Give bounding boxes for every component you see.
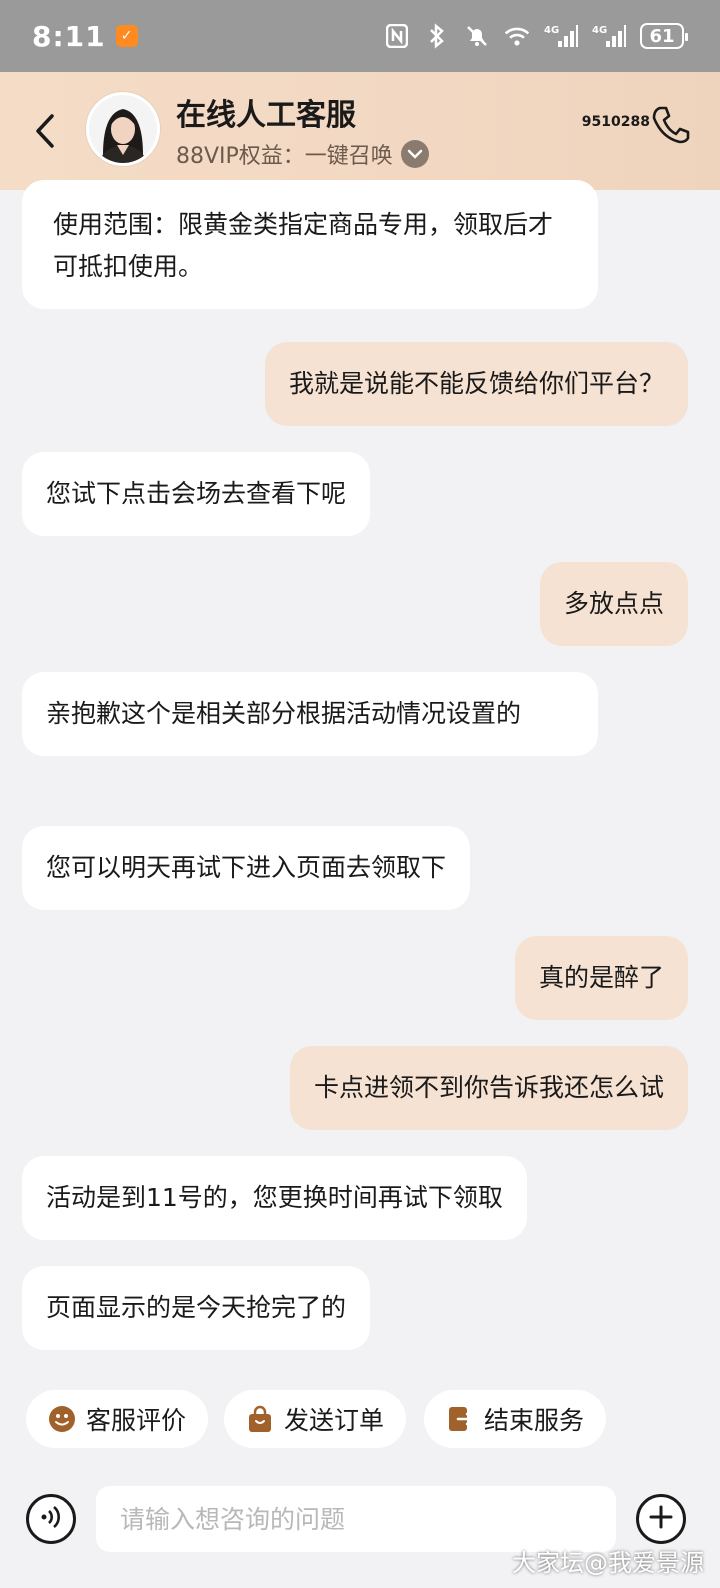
more-options-button[interactable]	[636, 1494, 686, 1544]
vip-summon-link[interactable]: 88VIP权益：一键召唤	[176, 138, 429, 170]
phone-icon	[648, 102, 692, 150]
shopping-bag-icon	[246, 1405, 274, 1433]
send-order-label: 发送订单	[284, 1406, 385, 1435]
end-service-button[interactable]: 结束服务	[424, 1390, 607, 1448]
svg-text:4G: 4G	[544, 25, 559, 36]
voice-icon	[38, 1504, 64, 1534]
page-title: 在线人工客服	[176, 98, 356, 133]
send-order-button[interactable]: 发送订单	[224, 1390, 407, 1448]
exit-icon	[446, 1405, 474, 1433]
agent-message: 亲抱歉这个是相关部分根据活动情况设置的	[22, 672, 598, 756]
agent-avatar[interactable]	[86, 92, 160, 166]
user-message: 我就是说能不能反馈给你们平台？	[264, 342, 688, 426]
header-subtitle: 88VIP权益：一键召唤	[176, 144, 393, 169]
user-message: 真的是醉了	[514, 936, 688, 1020]
user-message: 卡点进领不到你告诉我还怎么试	[289, 1046, 688, 1130]
user-message: 多放点点	[539, 562, 688, 646]
battery-indicator: 61	[640, 23, 688, 49]
call-button[interactable]: 9510288	[582, 102, 692, 150]
rate-service-button[interactable]: 客服评价	[26, 1390, 209, 1448]
agent-message: 页面显示的是今天抢完了的	[22, 1266, 371, 1350]
voice-input-button[interactable]	[26, 1494, 76, 1544]
status-time: 8:11	[32, 19, 106, 53]
back-button[interactable]	[28, 108, 62, 154]
rate-service-label: 客服评价	[86, 1406, 187, 1435]
smiley-icon	[48, 1405, 76, 1433]
agent-message: 您可以明天再试下进入页面去领取下	[22, 826, 471, 910]
agent-message: 使用范围：限黄金类指定商品专用，领取后才可抵扣使用。	[22, 180, 598, 309]
input-bar: 大家坛@我爱景源	[0, 1474, 720, 1588]
chat-messages[interactable]: 使用范围：限黄金类指定商品专用，领取后才可抵扣使用。 我就是说能不能反馈给你们平…	[0, 180, 720, 1378]
svg-text:4G: 4G	[592, 25, 607, 36]
signal-1-icon: 4G	[544, 23, 578, 49]
chat-header: 在线人工客服 88VIP权益：一键召唤 9510288	[0, 72, 720, 190]
quick-actions: 客服评价 发送订单 结束服务	[0, 1390, 720, 1454]
chevron-down-icon	[400, 140, 429, 168]
agent-message: 您试下点击会场去查看下呢	[22, 452, 371, 536]
signal-2-icon: 4G	[592, 23, 626, 49]
wifi-icon	[504, 23, 530, 49]
app-notification-icon: ✓	[115, 25, 138, 47]
nfc-icon	[384, 23, 410, 49]
agent-message: 活动是到11号的，您更换时间再试下领取	[22, 1156, 527, 1240]
end-service-label: 结束服务	[484, 1406, 585, 1435]
phone-number: 9510288	[581, 114, 650, 130]
plus-icon	[648, 1504, 674, 1534]
watermark: 大家坛@我爱景源	[512, 1549, 704, 1577]
bluetooth-icon	[424, 23, 450, 49]
status-bar: 8:11 ✓ 4G 4G 61	[0, 0, 720, 72]
mute-icon	[464, 23, 490, 49]
